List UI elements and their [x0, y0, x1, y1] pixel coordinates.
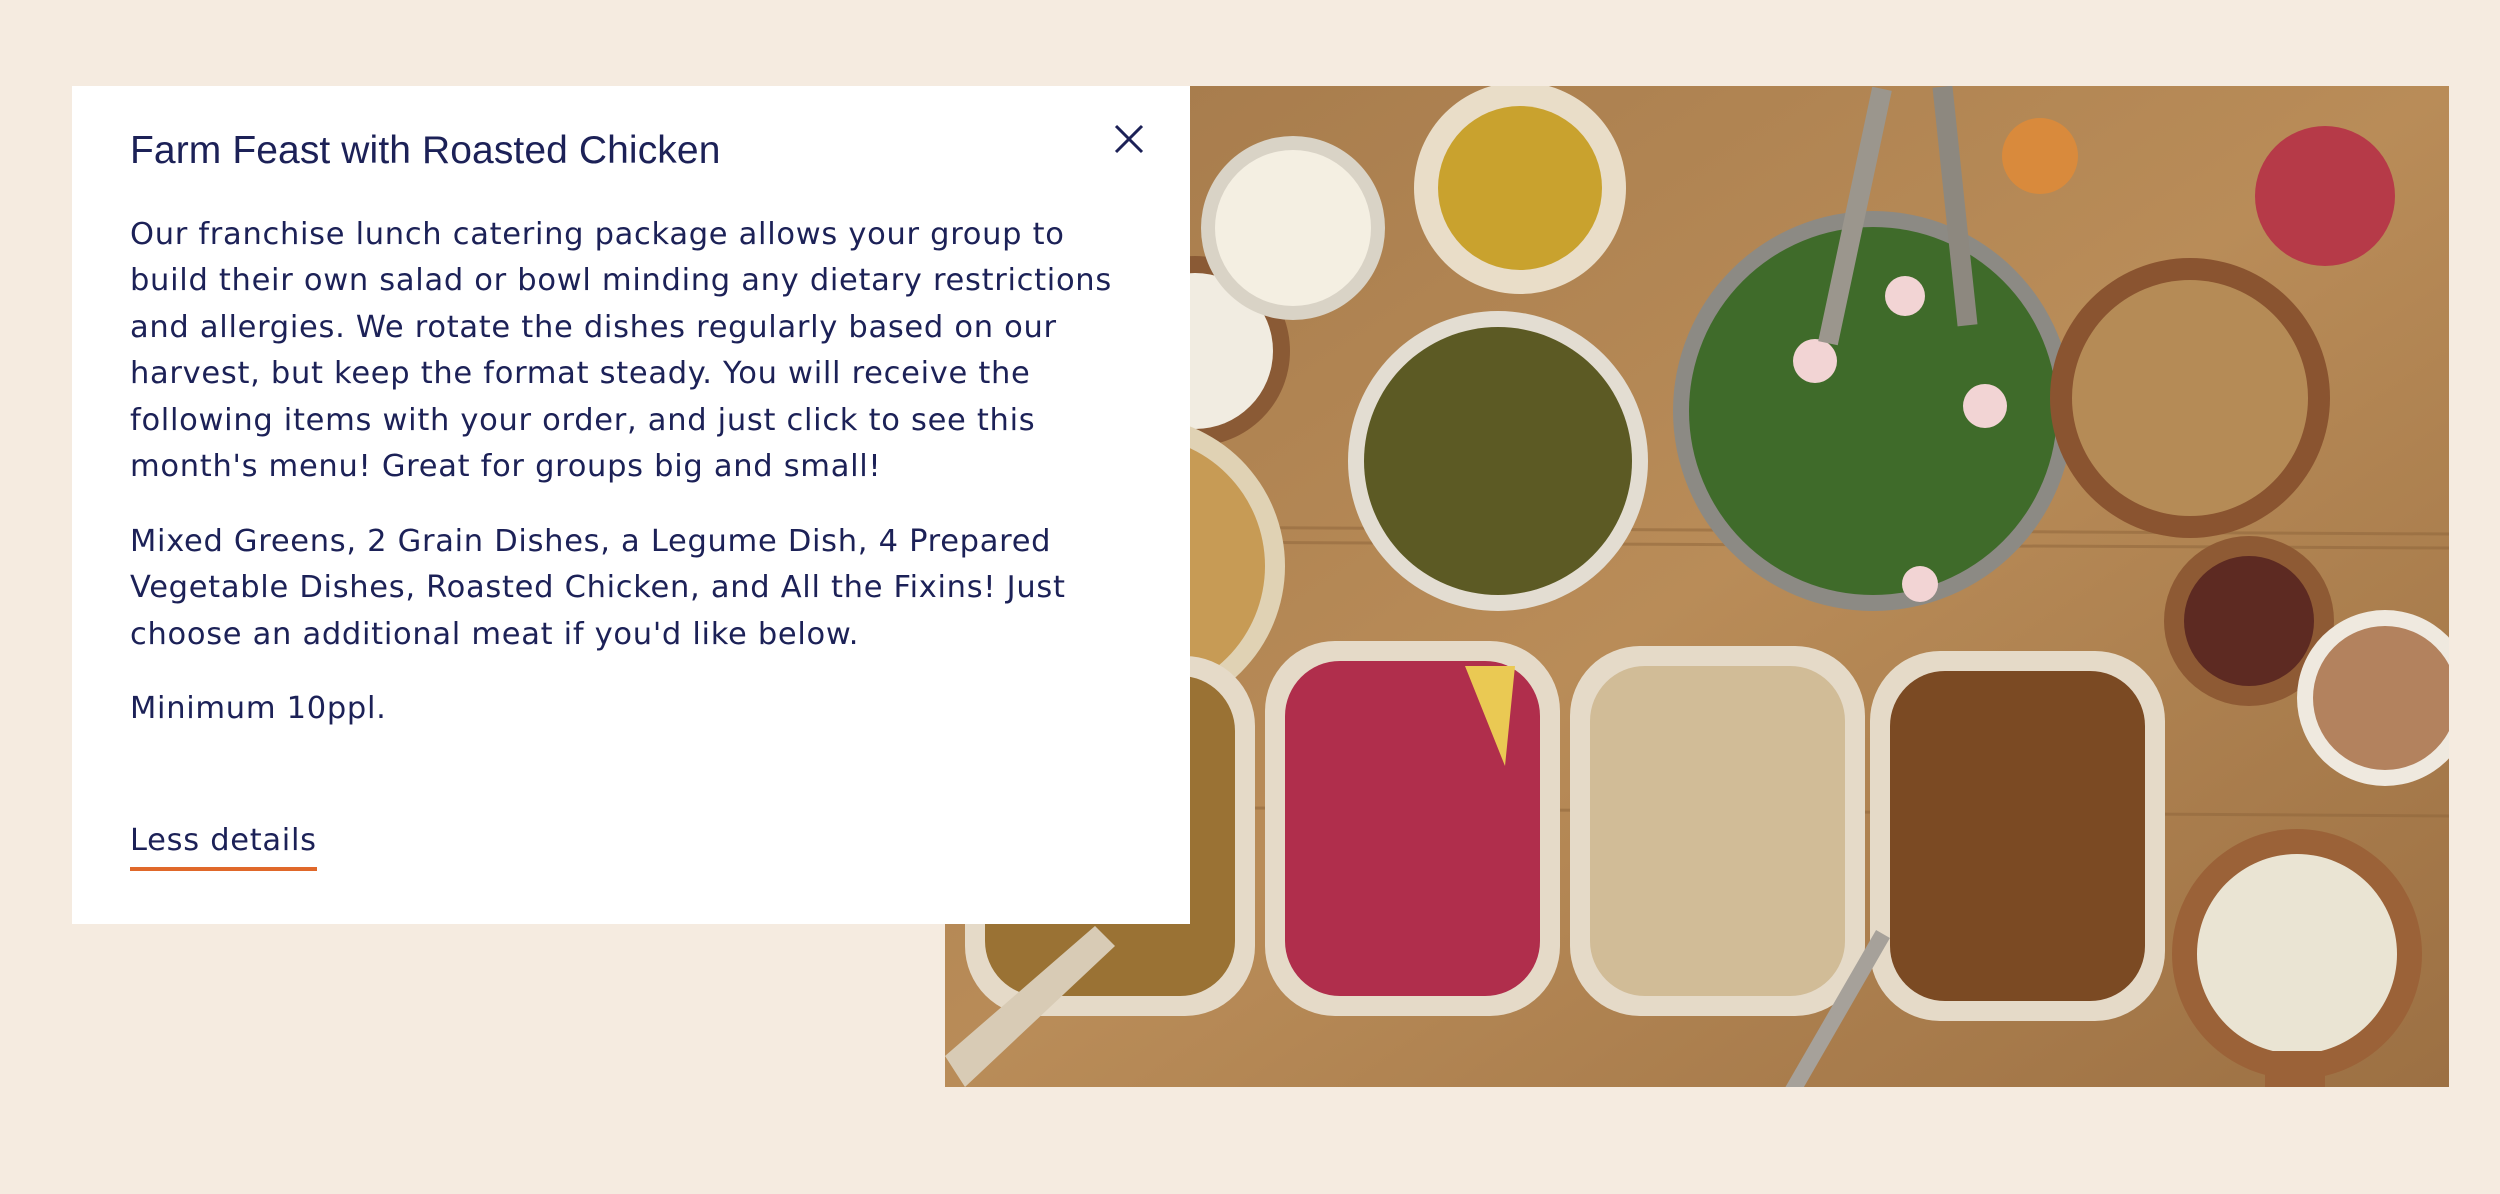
close-button[interactable]	[1104, 114, 1154, 164]
package-includes: Mixed Greens, 2 Grain Dishes, a Legume D…	[130, 523, 1066, 652]
package-description: Our franchise lunch catering package all…	[130, 216, 1112, 485]
package-title: Farm Feast with Roasted Chicken	[130, 129, 721, 172]
close-icon	[1114, 124, 1144, 154]
less-details-link[interactable]: Less details	[130, 821, 317, 871]
package-details-card: Farm Feast with Roasted Chicken Our fran…	[72, 86, 1190, 924]
package-minimum: Minimum 10ppl.	[130, 691, 387, 727]
